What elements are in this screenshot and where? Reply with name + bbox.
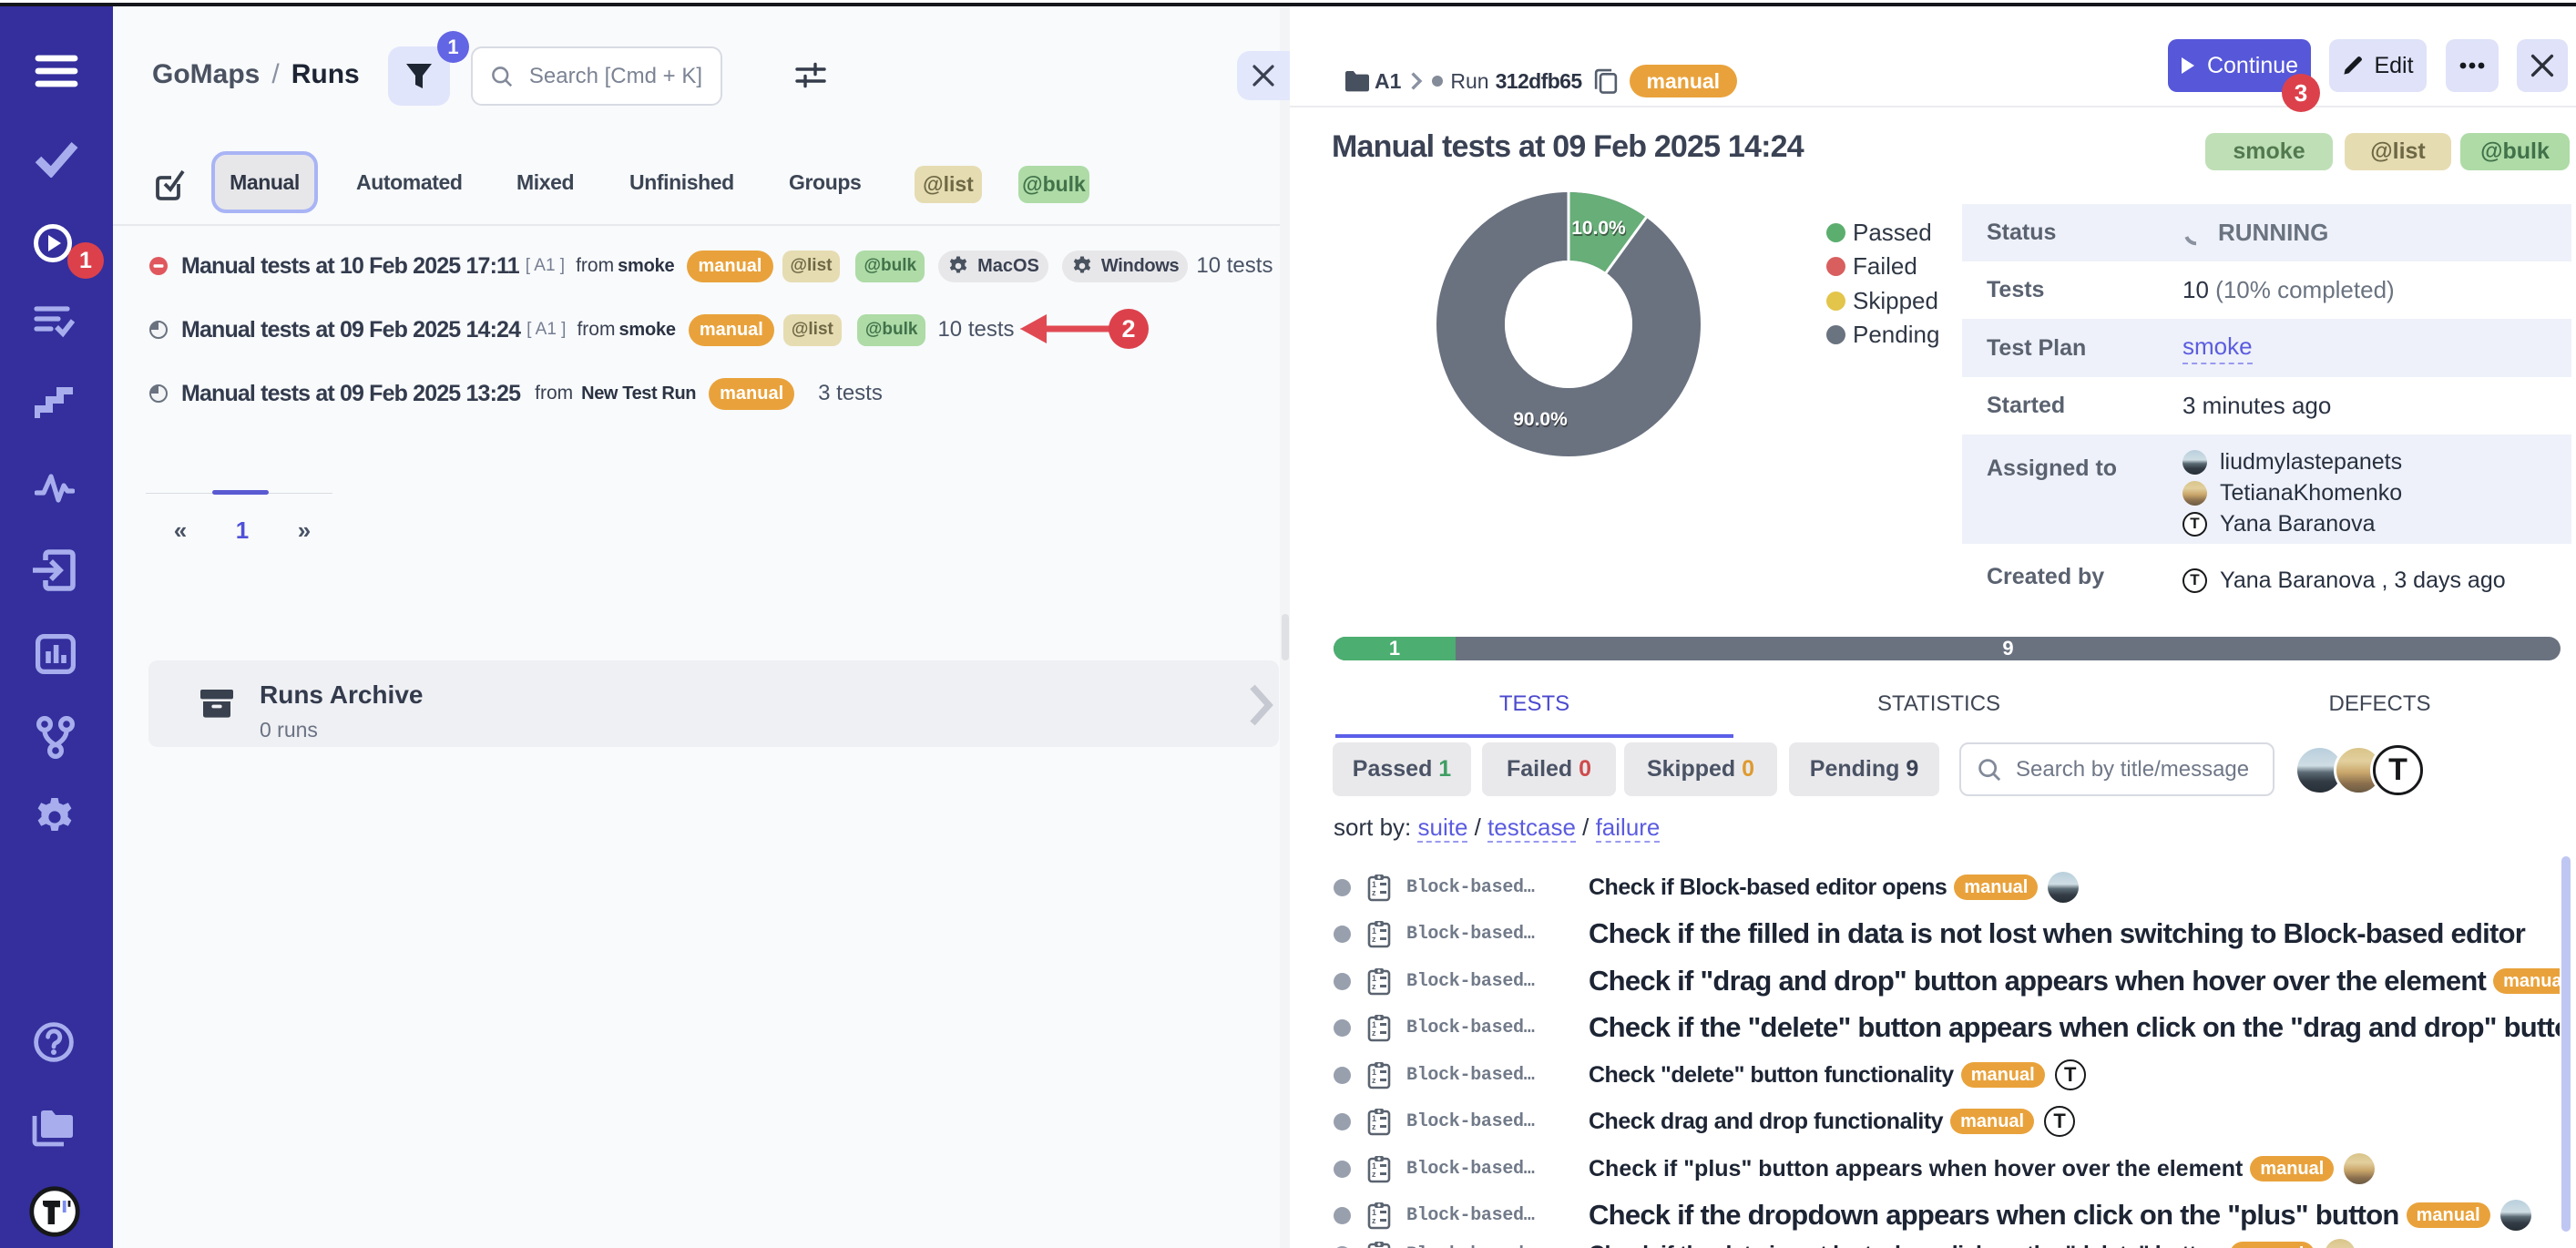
svg-text:z: z — [1372, 982, 1376, 991]
svg-text:z: z — [1372, 935, 1376, 944]
svg-text:z: z — [1372, 1122, 1376, 1131]
svg-text:90.0%: 90.0% — [1513, 409, 1568, 430]
svg-text:z: z — [1372, 1170, 1376, 1179]
svg-text:z: z — [1372, 1028, 1376, 1038]
svg-text:z: z — [1372, 1216, 1376, 1225]
svg-text:z: z — [1372, 888, 1376, 897]
svg-text:10.0%: 10.0% — [1571, 218, 1626, 239]
svg-text:z: z — [1372, 1076, 1376, 1085]
